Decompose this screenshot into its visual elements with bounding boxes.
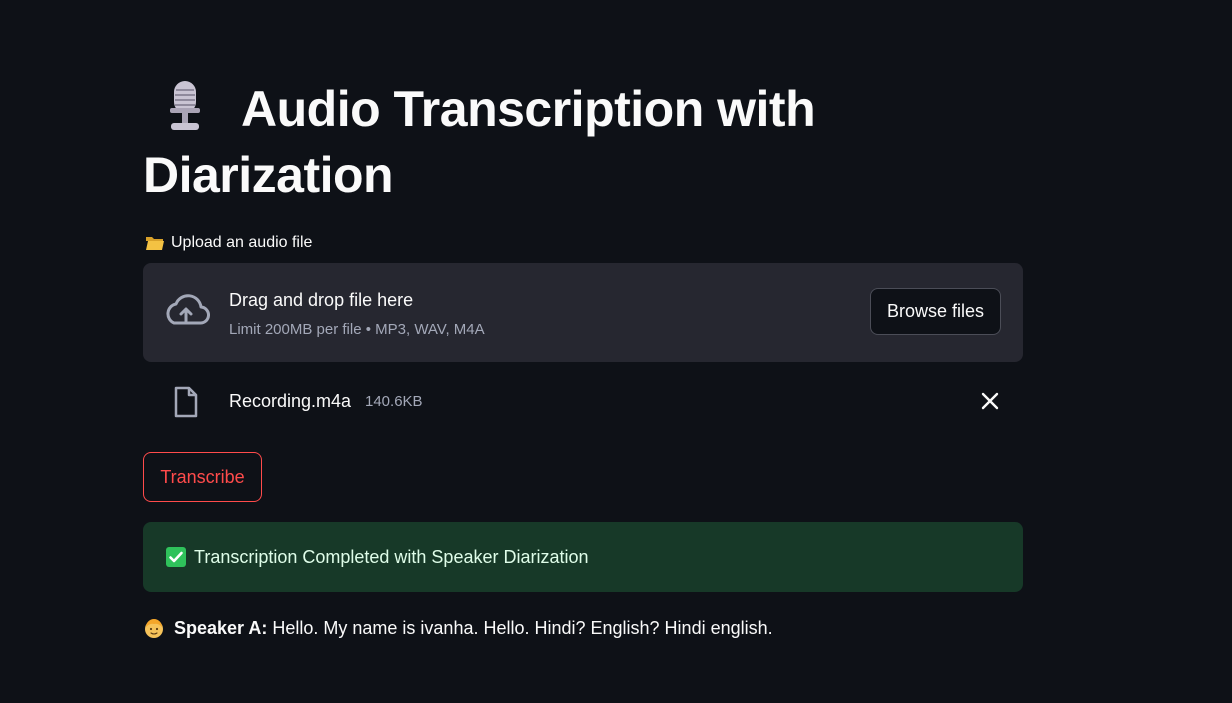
transcribe-button[interactable]: Transcribe: [143, 452, 262, 502]
dropzone-title: Drag and drop file here: [229, 290, 414, 310]
dropzone-limit-text: Limit 200MB per file • MP3, WAV, M4A: [229, 321, 485, 338]
file-icon: [174, 386, 198, 418]
open-folder-icon: [146, 237, 164, 250]
success-message: Transcription Completed with Speaker Dia…: [194, 547, 589, 567]
browse-files-button[interactable]: Browse files: [870, 288, 1001, 335]
page-title: Audio Transcription with Diarization: [143, 76, 903, 208]
success-alert: Transcription Completed with Speaker Dia…: [143, 522, 1023, 592]
uploader-label-text: Upload an audio file: [171, 234, 313, 251]
uploaded-file-size: 140.6KB: [365, 393, 423, 410]
uploaded-file-row: Recording.m4a 140.6KB: [143, 380, 1023, 424]
transcript-line: Speaker A: Hello. My name is ivanha. Hel…: [143, 616, 773, 640]
speaker-label: Speaker A:: [174, 618, 268, 638]
uploader-label: Upload an audio file: [143, 232, 312, 254]
uploaded-file-name: Recording.m4a: [229, 391, 352, 411]
page-title-text: Audio Transcription with Diarization: [143, 81, 816, 203]
check-box-icon: [166, 547, 186, 567]
microphone-icon: [170, 81, 200, 130]
file-dropzone[interactable]: Drag and drop file here Limit 200MB per …: [143, 263, 1023, 362]
person-icon: [145, 619, 163, 638]
close-icon[interactable]: [979, 390, 1001, 412]
cloud-upload-icon: [166, 294, 210, 325]
speaker-text: Hello. My name is ivanha. Hello. Hindi? …: [272, 618, 773, 638]
